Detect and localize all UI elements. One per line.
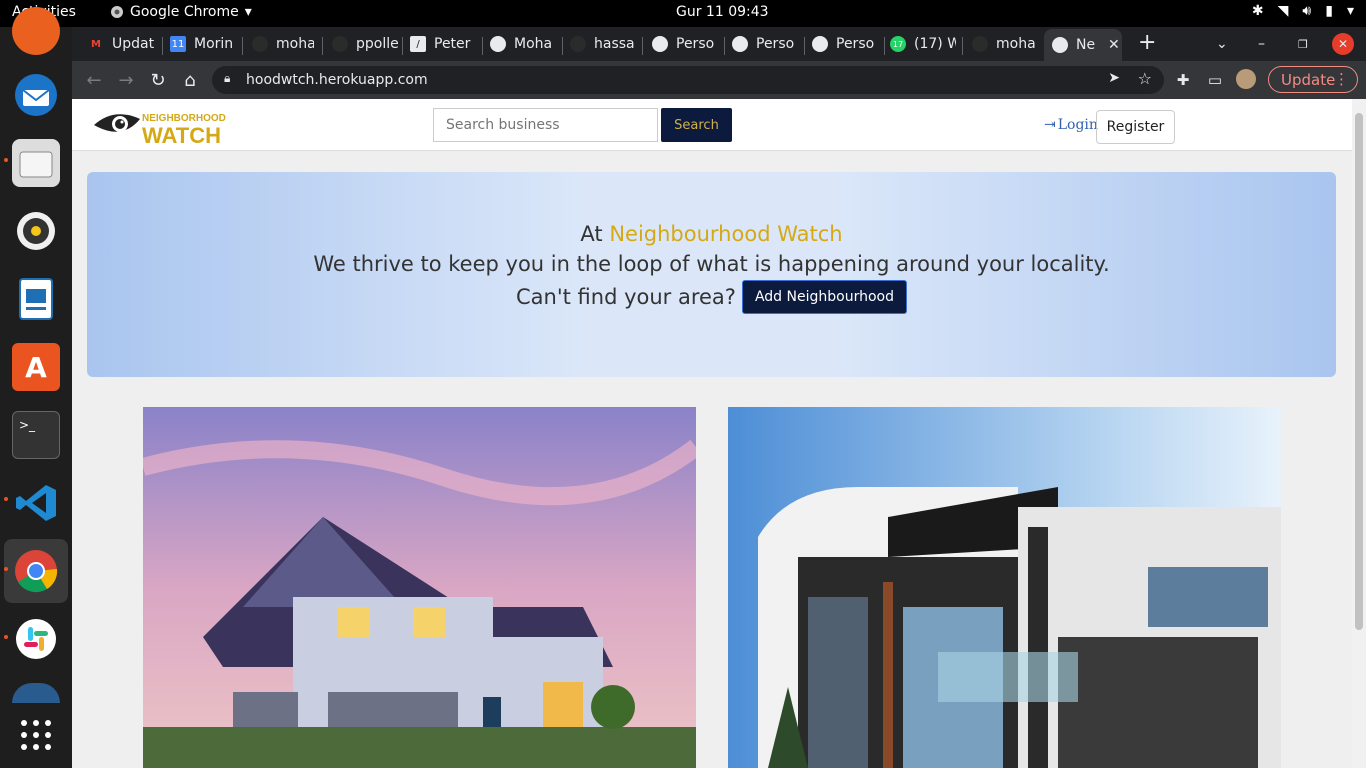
tab-neighbourhood-watch[interactable]: Ne ✕ xyxy=(1044,29,1122,61)
login-link[interactable]: ⇥ Login xyxy=(1044,117,1098,133)
new-tab-button[interactable]: + xyxy=(1138,29,1156,55)
maximize-button[interactable]: ❐ xyxy=(1298,31,1308,57)
calendar-icon: 11 xyxy=(170,36,186,52)
neighbourhood-card-2[interactable] xyxy=(728,407,1281,768)
slack-icon[interactable] xyxy=(12,615,60,663)
thunderbird-icon[interactable] xyxy=(12,71,60,119)
close-tab-icon[interactable]: ✕ xyxy=(1108,37,1120,53)
tab-web-2[interactable]: Perso xyxy=(652,31,718,57)
document-icon: / xyxy=(410,36,426,52)
extensions-icon[interactable]: ✚ xyxy=(1172,69,1194,91)
show-apps-icon[interactable] xyxy=(12,711,60,759)
tab-web-1[interactable]: Moha xyxy=(490,31,556,57)
gmail-icon: M xyxy=(91,38,101,50)
profile-avatar[interactable] xyxy=(1236,69,1256,89)
tab-github-4[interactable]: moha xyxy=(972,31,1038,57)
app-icon-partial[interactable] xyxy=(12,683,60,703)
forward-icon[interactable]: → xyxy=(115,69,137,91)
chevron-down-icon: ▾ xyxy=(244,4,252,20)
more-menu-icon: ⋮ xyxy=(1334,70,1349,88)
close-window-button[interactable]: ✕ xyxy=(1332,33,1354,55)
globe-icon xyxy=(812,36,828,52)
hero-heading: At Neighbourhood Watch xyxy=(580,222,843,246)
reload-icon[interactable]: ↻ xyxy=(147,69,169,91)
globe-icon xyxy=(490,36,506,52)
wifi-icon[interactable]: ◥ xyxy=(1278,3,1289,19)
house-image xyxy=(143,407,696,768)
hero-cta-row: Can't find your area? Add Neighbourhood xyxy=(87,280,1336,314)
tab-calendar[interactable]: 11 Morin xyxy=(170,31,240,57)
libreoffice-impress-icon[interactable] xyxy=(12,275,60,323)
url-text: hoodwtch.herokuapp.com xyxy=(246,72,428,88)
app-name: Google Chrome xyxy=(130,4,239,20)
scrollbar-thumb[interactable] xyxy=(1355,113,1363,630)
dock: A >_ xyxy=(0,7,72,768)
neighbourhood-card-1[interactable] xyxy=(143,407,696,768)
bookmark-star-icon[interactable]: ☆ xyxy=(1138,69,1152,88)
hero-banner: At Neighbourhood Watch We thrive to keep… xyxy=(87,172,1336,377)
github-icon xyxy=(252,36,268,52)
tab-strip: M Updat 11 Morin moha ppolle / Peter Moha h… xyxy=(72,27,1366,61)
volume-icon[interactable]: 🔊︎ xyxy=(1302,3,1311,19)
hero-tagline: We thrive to keep you in the loop of wha… xyxy=(313,252,1110,276)
send-tab-icon[interactable]: ➤ xyxy=(1108,70,1120,86)
clock[interactable]: Gur 11 09:43 xyxy=(676,4,769,20)
logo-bottom-text: WATCH xyxy=(142,123,221,145)
update-button[interactable]: Update ⋮ xyxy=(1268,66,1358,93)
minimize-button[interactable]: – xyxy=(1258,31,1265,57)
firefox-icon[interactable] xyxy=(12,7,60,55)
cast-icon[interactable]: ▭ xyxy=(1204,69,1226,91)
tab-document[interactable]: / Peter xyxy=(410,31,480,57)
lock-icon: 🔒︎ xyxy=(224,71,231,85)
globe-icon xyxy=(1052,37,1068,53)
whatsapp-icon: 17 xyxy=(890,36,906,52)
login-icon: ⇥ xyxy=(1044,117,1056,133)
rhythmbox-icon[interactable] xyxy=(12,207,60,255)
tab-search-icon[interactable]: ⌄ xyxy=(1216,31,1228,57)
add-neighbourhood-button[interactable]: Add Neighbourhood xyxy=(741,280,907,314)
tab-whatsapp[interactable]: 17 (17) W xyxy=(890,31,956,57)
software-center-icon[interactable]: A xyxy=(12,343,60,391)
modern-house-image xyxy=(728,407,1281,768)
home-icon[interactable]: ⌂ xyxy=(179,69,201,91)
system-tray[interactable]: ✱ ◥ 🔊︎ ▮ ▾ xyxy=(1252,3,1354,19)
globe-icon xyxy=(652,36,668,52)
browser-window: M Updat 11 Morin moha ppolle / Peter Moha h… xyxy=(72,27,1366,768)
tab-github-3[interactable]: hassa xyxy=(570,31,640,57)
address-bar[interactable]: 🔒︎ hoodwtch.herokuapp.com ➤ ☆ xyxy=(212,66,1164,94)
chrome-icon xyxy=(111,6,123,18)
app-menu[interactable]: Google Chrome ▾ xyxy=(110,4,252,20)
back-icon[interactable]: ← xyxy=(83,69,105,91)
chevron-down-icon[interactable]: ▾ xyxy=(1347,3,1354,19)
terminal-icon[interactable]: >_ xyxy=(12,411,60,459)
slack-tray-icon[interactable]: ✱ xyxy=(1252,3,1264,19)
github-icon xyxy=(332,36,348,52)
tab-github-2[interactable]: ppolle xyxy=(332,31,402,57)
tab-github-1[interactable]: moha xyxy=(252,31,314,57)
github-icon xyxy=(570,36,586,52)
tab-gmail[interactable]: M Updat xyxy=(88,31,158,57)
github-icon xyxy=(972,36,988,52)
hero-question: Can't find your area? xyxy=(516,285,736,309)
files-icon[interactable] xyxy=(12,139,60,187)
page-content: NEIGHBORHOOD WATCH Search ⇥ Login Regist… xyxy=(72,99,1352,768)
site-navbar: NEIGHBORHOOD WATCH Search ⇥ Login Regist… xyxy=(72,99,1352,151)
globe-icon xyxy=(732,36,748,52)
vscode-icon[interactable] xyxy=(12,479,60,527)
page-scrollbar[interactable] xyxy=(1352,99,1366,768)
system-top-bar: Activities Google Chrome ▾ Gur 11 09:43 … xyxy=(0,0,1366,27)
tab-web-4[interactable]: Perso xyxy=(812,31,878,57)
chrome-dock-icon[interactable] xyxy=(4,539,68,603)
site-logo[interactable]: NEIGHBORHOOD WATCH xyxy=(92,105,232,148)
battery-icon[interactable]: ▮ xyxy=(1325,3,1333,19)
tab-web-3[interactable]: Perso xyxy=(732,31,798,57)
browser-toolbar: ← → ↻ ⌂ 🔒︎ hoodwtch.herokuapp.com ➤ ☆ ✚ … xyxy=(72,61,1366,99)
search-business-input[interactable] xyxy=(433,108,658,142)
brand-name: Neighbourhood Watch xyxy=(609,222,843,246)
register-button[interactable]: Register xyxy=(1096,110,1175,144)
search-button[interactable]: Search xyxy=(661,108,732,142)
